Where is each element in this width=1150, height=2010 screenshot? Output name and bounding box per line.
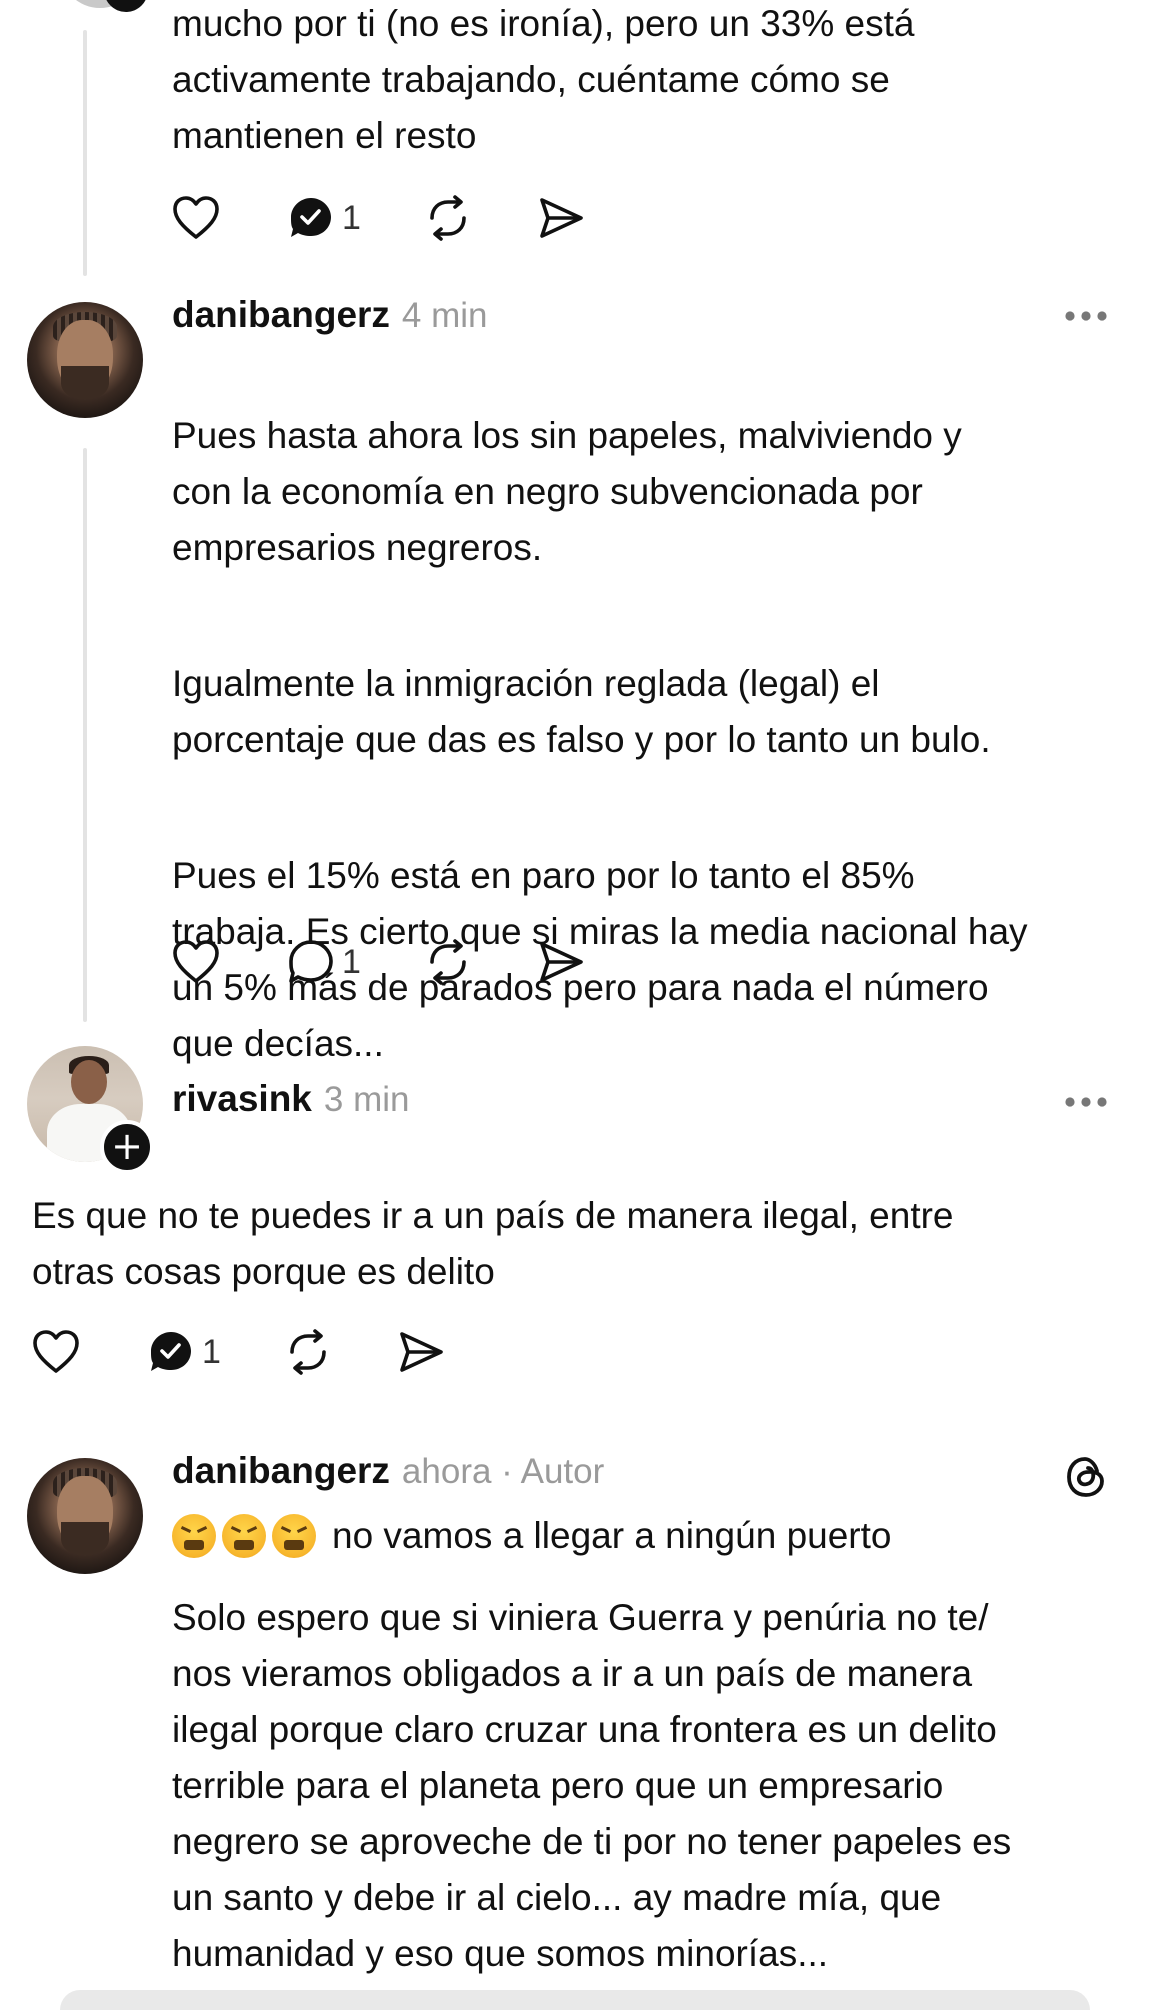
reply-checked-icon <box>151 1332 191 1371</box>
reply-button[interactable]: 1 <box>148 1329 284 1375</box>
like-button[interactable] <box>172 196 288 240</box>
avatar-beard <box>61 1522 109 1556</box>
reply-button[interactable]: 1 <box>288 195 424 241</box>
thread-line <box>83 448 87 1022</box>
send-icon <box>400 1332 443 1372</box>
tired-face-emoji <box>222 1514 266 1558</box>
avatar-face <box>71 1060 107 1104</box>
reply-count: 1 <box>342 942 361 981</box>
tired-face-emoji <box>172 1514 216 1558</box>
thread-line <box>83 30 87 276</box>
timestamp: 4 min <box>401 296 488 335</box>
post-actions: 1 <box>32 1322 458 1382</box>
post-text: Solo espero que si viniera Guerra y penú… <box>172 1597 1012 1974</box>
send-icon <box>540 942 583 982</box>
reply-count: 1 <box>342 198 361 237</box>
repost-icon <box>430 939 466 985</box>
repost-button[interactable] <box>424 938 538 986</box>
share-button[interactable] <box>538 940 598 984</box>
post-actions: 1 <box>172 188 598 248</box>
post-header: danibangerz ahora · Autor <box>172 1450 604 1492</box>
bottom-sheet-edge <box>60 1990 1090 2010</box>
post-paragraph: Igualmente la inmigración reglada (legal… <box>172 663 991 760</box>
post-paragraph: Pues hasta ahora los sin papeles, malviv… <box>172 415 962 568</box>
reply-count: 1 <box>202 1332 221 1371</box>
repost-icon <box>290 1329 326 1375</box>
share-button[interactable] <box>398 1330 458 1374</box>
avatar[interactable] <box>27 1458 143 1574</box>
timestamp: ahora · Autor <box>401 1452 605 1491</box>
follow-badge-partial[interactable] <box>104 0 148 12</box>
post-text: Es que no te puedes ir a un país de mane… <box>32 1195 954 1292</box>
reply-icon <box>289 940 333 983</box>
post-actions: 1 <box>172 932 598 992</box>
more-dots-icon[interactable] <box>1064 310 1108 322</box>
timestamp: 3 min <box>323 1080 410 1119</box>
threads-logo-icon[interactable] <box>1064 1454 1108 1500</box>
reply-checked-icon <box>291 198 331 237</box>
post-body: Pues hasta ahora los sin papeles, malviv… <box>172 352 1122 1152</box>
reply-button[interactable]: 1 <box>288 939 424 985</box>
post-text: no vamos a llegar a ningún puerto <box>332 1515 892 1556</box>
avatar[interactable] <box>27 302 143 418</box>
more-dots-icon[interactable] <box>1064 1096 1108 1108</box>
send-icon <box>540 198 583 238</box>
share-button[interactable] <box>538 196 598 240</box>
post-text: mucho por ti (no es ironía), pero un 33%… <box>172 3 915 156</box>
heart-icon <box>173 940 219 983</box>
like-button[interactable] <box>172 940 288 984</box>
follow-button[interactable]: + <box>100 1120 154 1174</box>
avatar-beard <box>61 366 109 400</box>
repost-button[interactable] <box>284 1328 398 1376</box>
username[interactable]: danibangerz <box>172 294 390 336</box>
post-header: danibangerz 4 min <box>172 294 488 336</box>
username[interactable]: danibangerz <box>172 1450 390 1492</box>
repost-icon <box>430 195 466 241</box>
tired-face-emoji <box>272 1514 316 1558</box>
post-first-line: no vamos a llegar a ningún puerto <box>172 1508 891 1564</box>
repost-button[interactable] <box>424 194 538 242</box>
username[interactable]: rivasink <box>172 1078 312 1120</box>
post-header: rivasink 3 min <box>172 1078 409 1120</box>
like-button[interactable] <box>32 1330 148 1374</box>
heart-icon <box>33 1330 79 1373</box>
heart-icon <box>173 196 219 239</box>
